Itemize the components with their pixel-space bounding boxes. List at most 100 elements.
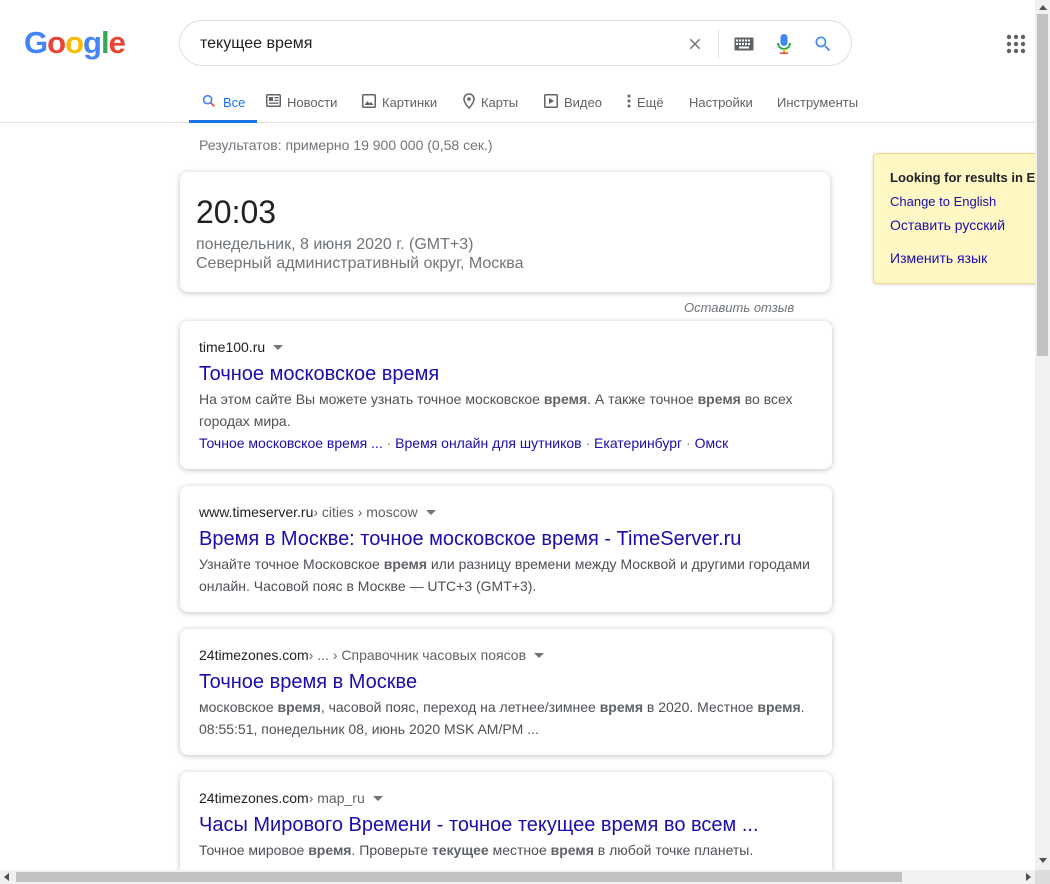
- result-domain: 24timezones.com: [199, 647, 309, 663]
- logo-letter: o: [65, 25, 84, 60]
- image-icon: [362, 93, 382, 111]
- result-title[interactable]: Часы Мирового Времени - точное текущее в…: [199, 812, 813, 838]
- result-stats: Результатов: примерно 19 900 000 (0,58 с…: [199, 137, 493, 153]
- snippet-text: . Проверьте: [351, 842, 432, 858]
- tab-more[interactable]: Ещё: [627, 82, 664, 122]
- search-icon[interactable]: [811, 32, 835, 56]
- clear-icon[interactable]: [683, 32, 707, 56]
- sitelink[interactable]: Время онлайн для шутников: [395, 435, 581, 451]
- microphone-icon[interactable]: [772, 32, 796, 56]
- tab-settings[interactable]: Настройки: [689, 82, 753, 122]
- snippet-text: , часовой пояс, переход на летнее/зимнее: [320, 699, 600, 715]
- result-snippet: Точное мировое время. Проверьте текущее …: [199, 839, 813, 861]
- snippet-text: . А также точное: [587, 391, 698, 407]
- time-card: 20:03 понедельник, 8 июня 2020 г. (GMT+3…: [180, 172, 830, 292]
- tab-video[interactable]: Видео: [544, 82, 602, 122]
- caret-down-icon[interactable]: [372, 795, 383, 801]
- search-result: 24timezones.com › ... › Справочник часов…: [180, 629, 832, 755]
- logo-letter: g: [83, 25, 102, 60]
- tab-maps[interactable]: Карты: [463, 82, 518, 122]
- video-icon: [544, 93, 564, 111]
- google-logo[interactable]: Google: [24, 25, 126, 60]
- vertical-scroll-thumb[interactable]: [1037, 14, 1048, 356]
- current-location: Северный административный округ, Москва: [196, 255, 524, 272]
- logo-letter: l: [100, 25, 110, 60]
- result-domain: 24timezones.com: [199, 790, 309, 806]
- caret-down-icon[interactable]: [534, 652, 545, 658]
- current-time: 20:03: [196, 194, 277, 230]
- news-icon: [266, 94, 287, 110]
- vertical-scrollbar[interactable]: [1035, 0, 1050, 870]
- scroll-down-icon[interactable]: [1039, 858, 1047, 863]
- snippet-highlight: время: [757, 699, 801, 715]
- search-result: time100.ru Точное московское время На эт…: [180, 321, 832, 469]
- sitelink[interactable]: Екатеринбург: [594, 435, 682, 451]
- tab-label: Настройки: [689, 94, 753, 110]
- tab-label: Карты: [481, 94, 519, 110]
- change-language-link[interactable]: Изменить язык: [890, 250, 987, 266]
- snippet-text: московское: [199, 699, 278, 715]
- snippet-highlight: время: [550, 842, 594, 858]
- result-snippet: На этом сайте Вы можете узнать точное мо…: [199, 388, 813, 432]
- snippet-highlight: время: [697, 391, 741, 407]
- tab-label: Ещё: [637, 94, 664, 110]
- keyboard-icon[interactable]: [732, 32, 756, 56]
- tab-all[interactable]: Все: [189, 82, 258, 123]
- result-url[interactable]: time100.ru: [199, 337, 813, 357]
- snippet-text: Точное мировое: [199, 842, 309, 858]
- change-to-english-link[interactable]: Change to English: [890, 194, 996, 209]
- feedback-link[interactable]: Оставить отзыв: [684, 300, 794, 315]
- horizontal-scrollbar[interactable]: [0, 870, 1035, 884]
- result-breadcrumb: › ... › Справочник часовых поясов: [308, 647, 527, 663]
- snippet-text: в 2020. Местное: [643, 699, 758, 715]
- result-snippet: московское время, часовой пояс, переход …: [199, 696, 813, 740]
- scroll-left-icon[interactable]: [4, 873, 9, 881]
- scroll-up-icon[interactable]: [1039, 5, 1047, 10]
- logo-letter: G: [24, 25, 48, 60]
- search-tabs: Все Новости Картинки Карты Видео Ещё Нас…: [0, 82, 1035, 123]
- result-title[interactable]: Время в Москве: точное московское время …: [199, 526, 813, 552]
- snippet-text: На этом сайте Вы можете узнать точное мо…: [199, 391, 544, 407]
- tab-label: Все: [223, 94, 246, 110]
- result-title[interactable]: Точное московское время: [199, 361, 813, 387]
- language-panel-title: Looking for results in English?: [890, 170, 1050, 185]
- result-title[interactable]: Точное время в Москве: [199, 669, 813, 695]
- sitelink[interactable]: Точное московское время ...: [199, 435, 383, 451]
- result-url[interactable]: 24timezones.com › map_ru: [199, 788, 813, 808]
- scroll-right-icon[interactable]: [1026, 873, 1031, 881]
- language-suggestion-panel: Looking for results in English? Change t…: [873, 153, 1050, 284]
- caret-down-icon[interactable]: [425, 509, 436, 515]
- result-breadcrumb: › map_ru: [308, 790, 365, 806]
- logo-letter: e: [108, 25, 126, 60]
- logo-letter: o: [47, 25, 66, 60]
- result-url[interactable]: www.timeserver.ru › cities › moscow: [199, 502, 813, 522]
- scrollbar-corner: [1035, 870, 1050, 884]
- result-breadcrumb: › cities › moscow: [313, 504, 418, 520]
- snippet-highlight: время: [383, 556, 428, 572]
- tab-news[interactable]: Новости: [266, 82, 337, 122]
- snippet-highlight: время: [308, 842, 352, 858]
- search-result: www.timeserver.ru › cities › moscow Врем…: [180, 486, 832, 612]
- snippet-text: в любой точке планеты.: [593, 842, 754, 858]
- snippet-highlight: время: [277, 699, 321, 715]
- search-input[interactable]: текущее время: [200, 34, 312, 54]
- tab-images[interactable]: Картинки: [362, 82, 437, 122]
- snippet-text: Узнайте точное Московское: [199, 556, 384, 572]
- tab-tools[interactable]: Инструменты: [777, 82, 858, 122]
- result-url[interactable]: 24timezones.com › ... › Справочник часов…: [199, 645, 813, 665]
- sitelink-separator: ·: [382, 435, 396, 451]
- horizontal-scroll-thumb[interactable]: [16, 872, 902, 882]
- snippet-highlight: текущее: [431, 842, 489, 858]
- apps-grid-icon[interactable]: [1006, 34, 1026, 54]
- snippet-text: местное: [488, 842, 551, 858]
- caret-down-icon[interactable]: [273, 344, 284, 350]
- more-vert-icon: [627, 94, 637, 111]
- search-box[interactable]: текущее время: [179, 20, 852, 66]
- sitelink[interactable]: Омск: [695, 435, 729, 451]
- search-icon: [201, 93, 223, 112]
- result-snippet: Узнайте точное Московское время или разн…: [199, 553, 813, 597]
- tab-label: Картинки: [382, 94, 438, 110]
- tab-label: Видео: [564, 94, 602, 110]
- keep-russian-link[interactable]: Оставить русский: [890, 217, 1005, 233]
- tab-label: Инструменты: [777, 94, 859, 110]
